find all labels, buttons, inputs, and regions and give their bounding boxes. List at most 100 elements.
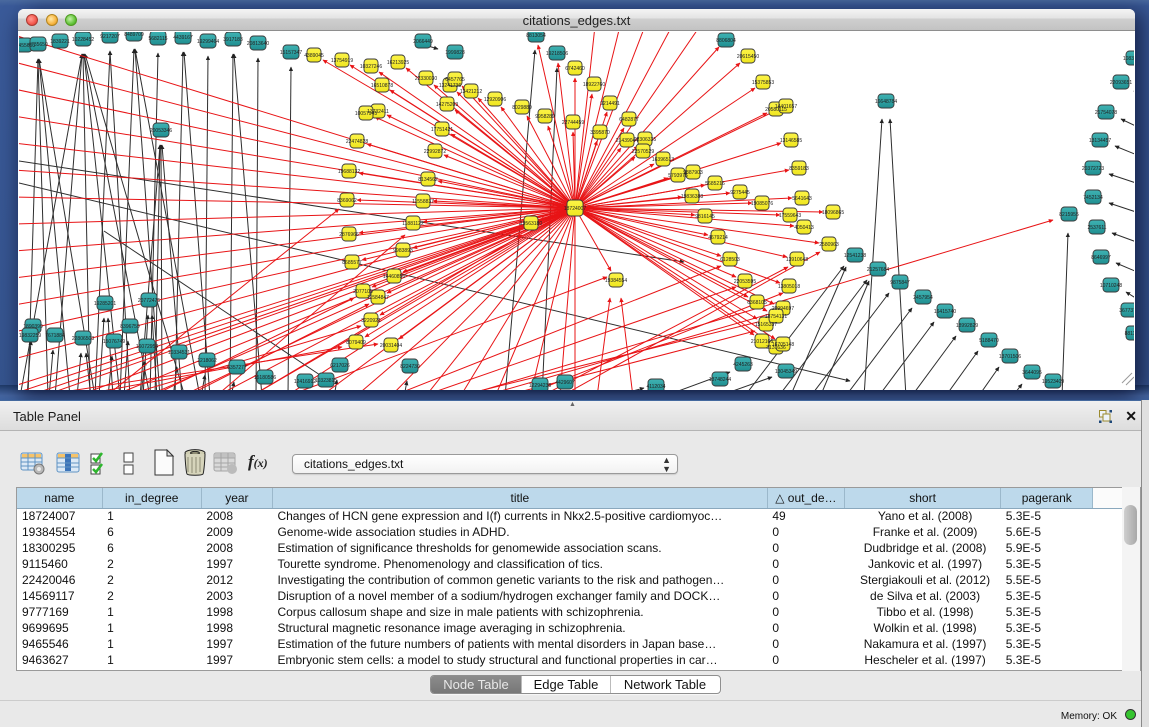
svg-text:13701506: 13701506: [999, 354, 1021, 360]
svg-text:15165337: 15165337: [755, 322, 777, 328]
svg-text:8369062: 8369062: [337, 198, 357, 204]
svg-text:22474828: 22474828: [346, 139, 368, 145]
svg-text:1218062: 1218062: [197, 358, 217, 364]
svg-text:3220921: 3220921: [361, 318, 381, 324]
svg-text:15180586: 15180586: [254, 375, 276, 381]
svg-text:5188470: 5188470: [979, 338, 999, 344]
svg-text:13241736: 13241736: [439, 83, 461, 89]
svg-text:13910648: 13910648: [786, 257, 808, 263]
svg-text:6482877: 6482877: [619, 117, 639, 123]
svg-text:13421212: 13421212: [460, 89, 482, 95]
svg-text:2066449: 2066449: [413, 39, 433, 45]
svg-text:19299464: 19299464: [197, 39, 219, 45]
svg-text:18096865: 18096865: [822, 210, 844, 216]
svg-text:19563180: 19563180: [520, 221, 542, 227]
svg-text:16396513: 16396513: [652, 157, 674, 163]
svg-text:8029889: 8029889: [512, 105, 532, 111]
svg-text:10837430: 10837430: [1123, 56, 1134, 62]
svg-text:16213925: 16213925: [387, 60, 409, 66]
svg-text:9983893: 9983893: [393, 248, 413, 254]
svg-text:20772475: 20772475: [138, 298, 160, 304]
svg-text:12294238: 12294238: [529, 383, 551, 389]
svg-text:21257684: 21257684: [867, 267, 889, 273]
svg-text:22330030: 22330030: [415, 76, 437, 82]
svg-text:3677374: 3677374: [1119, 308, 1134, 314]
svg-text:16648784: 16648784: [875, 99, 897, 105]
svg-text:7452134: 7452134: [1083, 195, 1103, 201]
svg-text:2457954: 2457954: [913, 295, 933, 301]
svg-text:2876966: 2876966: [339, 232, 359, 238]
svg-text:13045349: 13045349: [775, 369, 797, 375]
svg-text:22053595: 22053595: [734, 279, 756, 285]
svg-text:17559643: 17559643: [779, 213, 801, 219]
svg-text:19085076: 19085076: [751, 201, 773, 207]
svg-text:10323815: 10323815: [315, 378, 337, 384]
svg-text:6128503: 6128503: [720, 257, 740, 263]
svg-text:8134562: 8134562: [418, 177, 438, 183]
svg-text:16072954: 16072954: [136, 344, 158, 350]
svg-text:5641643: 5641643: [792, 196, 812, 202]
svg-text:13146585: 13146585: [780, 138, 802, 144]
svg-text:16415740: 16415740: [934, 309, 956, 315]
svg-text:1890399: 1890399: [23, 324, 43, 330]
svg-text:7671884: 7671884: [45, 333, 65, 339]
svg-text:19218506: 19218506: [546, 51, 568, 57]
svg-text:22306335: 22306335: [634, 137, 656, 143]
svg-text:16510878: 16510878: [371, 83, 393, 89]
svg-text:12541238: 12541238: [844, 253, 866, 259]
svg-text:6457765: 6457765: [445, 77, 465, 83]
svg-text:4735650: 4735650: [28, 42, 48, 48]
svg-text:4112034: 4112034: [646, 384, 665, 390]
svg-text:22093651: 22093651: [1110, 80, 1132, 86]
svg-text:13805018: 13805018: [778, 284, 800, 290]
svg-text:19836388: 19836388: [681, 194, 703, 200]
svg-text:19285201: 19285201: [94, 301, 116, 307]
svg-text:22744459: 22744459: [562, 120, 584, 126]
svg-text:11558837: 11558837: [412, 199, 434, 205]
svg-text:9214491: 9214491: [600, 101, 620, 107]
svg-text:10334531: 10334531: [168, 350, 190, 356]
svg-text:3917183: 3917183: [223, 37, 243, 43]
svg-text:20615450: 20615450: [737, 54, 759, 60]
svg-text:4439167: 4439167: [173, 35, 193, 41]
svg-text:4245263: 4245263: [733, 362, 753, 368]
svg-text:11881122: 11881122: [402, 221, 424, 227]
svg-text:13134457: 13134457: [1089, 138, 1111, 144]
svg-text:8079409: 8079409: [346, 340, 366, 346]
svg-text:10057945: 10057945: [355, 111, 377, 117]
svg-text:16705148: 16705148: [772, 342, 794, 348]
svg-text:8813054: 8813054: [526, 33, 546, 39]
svg-text:19832259: 19832259: [19, 333, 41, 339]
svg-text:8359183: 8359183: [789, 166, 809, 172]
svg-text:4429607: 4429607: [555, 380, 575, 386]
svg-text:15157347: 15157347: [280, 50, 302, 56]
svg-text:4050413: 4050413: [794, 225, 814, 231]
svg-text:1999828: 1999828: [445, 50, 465, 56]
svg-text:3644095: 3644095: [1022, 370, 1042, 376]
svg-text:11584847: 11584847: [367, 295, 389, 301]
svg-text:12416912: 12416912: [294, 379, 316, 385]
svg-text:17751421: 17751421: [431, 127, 453, 133]
svg-text:8489709: 8489709: [124, 32, 144, 38]
svg-text:22992872: 22992872: [424, 149, 446, 155]
svg-text:8806804: 8806804: [716, 38, 736, 44]
svg-text:10710248: 10710248: [1100, 283, 1122, 289]
svg-text:8685577: 8685577: [342, 260, 362, 266]
svg-text:14401657: 14401657: [775, 104, 797, 110]
svg-text:20994697: 20994697: [772, 306, 794, 312]
svg-text:2537611: 2537611: [1087, 225, 1106, 231]
svg-text:12920906: 12920906: [484, 97, 506, 103]
svg-text:10228452: 10228452: [72, 37, 94, 43]
svg-text:18754131: 18754131: [765, 314, 787, 320]
svg-text:14460856: 14460856: [383, 274, 405, 280]
svg-text:19384554: 19384554: [605, 278, 627, 284]
svg-text:4389045: 4389045: [304, 53, 324, 59]
svg-text:20031404: 20031404: [380, 343, 402, 349]
svg-text:6357277: 6357277: [227, 365, 247, 371]
svg-text:9217207: 9217207: [100, 34, 120, 40]
svg-text:6742460: 6742460: [565, 66, 585, 72]
svg-text:13754919: 13754919: [331, 58, 353, 64]
svg-text:20372723: 20372723: [1082, 166, 1104, 172]
svg-text:8215955: 8215955: [1059, 212, 1079, 218]
svg-text:9816145: 9816145: [695, 214, 715, 220]
